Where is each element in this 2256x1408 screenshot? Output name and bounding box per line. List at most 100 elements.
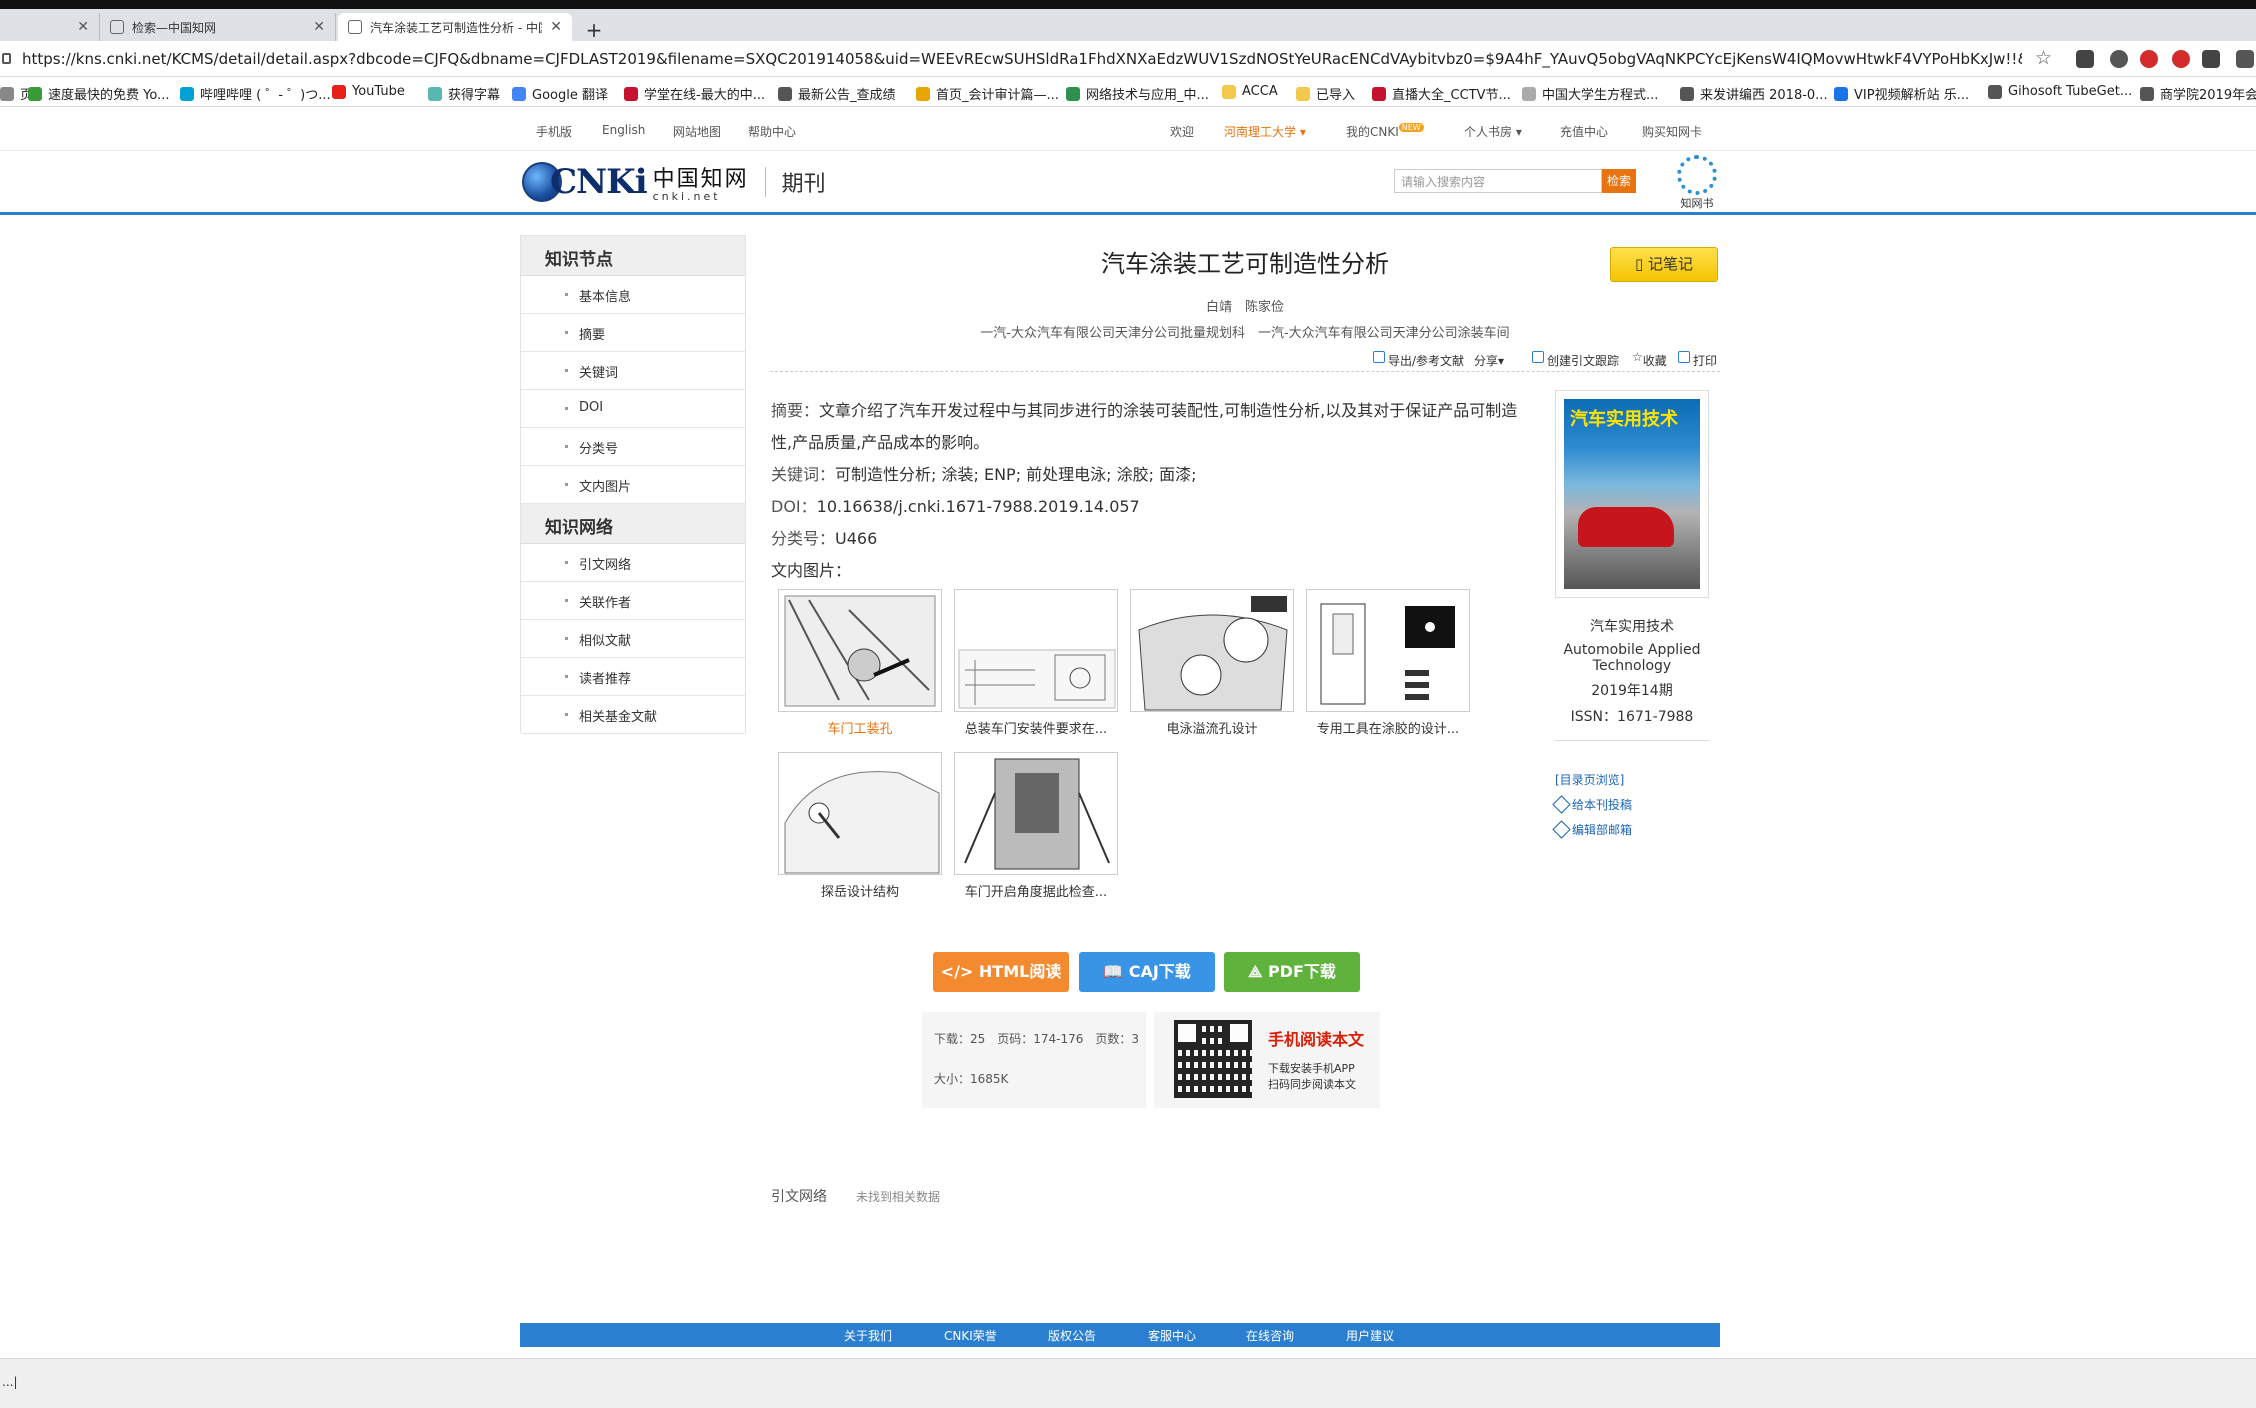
nav-mobile[interactable]: 手机版 [536, 123, 572, 140]
cnki-logo[interactable]: CNKi 中国知网 cnki.net 期刊 [522, 161, 826, 203]
sidebar-item-class[interactable]: 分类号 [521, 428, 745, 466]
footer-honor[interactable]: CNKI荣誉 [944, 1327, 997, 1344]
email-link[interactable]: 编辑部邮箱 [1552, 820, 1709, 839]
bookmark-item[interactable]: 中国大学生方程式... [1522, 84, 1658, 103]
figure-caption[interactable]: 探岳设计结构 [778, 881, 942, 900]
nav-help[interactable]: 帮助中心 [748, 123, 796, 140]
footer-consult[interactable]: 在线咨询 [1246, 1327, 1294, 1344]
sidebar-item-fund[interactable]: 相关基金文献 [521, 696, 745, 734]
url-input[interactable]: https://kns.cnki.net/KCMS/detail/detail.… [22, 50, 2022, 68]
footer-about[interactable]: 关于我们 [844, 1327, 892, 1344]
figure-image[interactable] [1306, 589, 1470, 712]
bookmark-item[interactable]: YouTube [332, 84, 405, 99]
sidebar-item-similar[interactable]: 相似文献 [521, 620, 745, 658]
journal-cover[interactable]: 汽车实用技术 [1555, 390, 1709, 598]
bookmark-item[interactable]: 获得字幕 [428, 84, 500, 103]
figure-thumb[interactable]: 电泳溢流孔设计 [1130, 589, 1294, 737]
bookmark-item[interactable]: 来发讲编西 2018-0... [1680, 84, 1828, 103]
figure-thumb[interactable]: 探岳设计结构 [778, 752, 942, 900]
bookmark-item[interactable]: Google 翻译 [512, 84, 608, 103]
search-button[interactable]: 检索 [1602, 169, 1636, 193]
print-link[interactable]: 打印 [1678, 350, 1717, 368]
journal-name[interactable]: 汽车实用技术 [1555, 616, 1709, 636]
bookmark-item[interactable]: 商学院2019年会计... [2140, 84, 2256, 103]
sidebar-item-figures[interactable]: 文内图片 [521, 466, 745, 504]
figure-caption[interactable]: 车门工装孔 [778, 718, 942, 737]
affiliations[interactable]: 一汽-大众汽车有限公司天津分公司批量规划科 一汽-大众汽车有限公司天津分公司涂装… [770, 322, 1720, 341]
extension-icon[interactable] [2140, 50, 2158, 68]
bookmark-item[interactable]: 已导入 [1296, 84, 1355, 103]
tab-search-cnki[interactable]: 检索—中国知网 ✕ [100, 13, 336, 41]
figure-image[interactable] [954, 589, 1118, 712]
extension-icon[interactable] [2110, 50, 2128, 68]
extension-icon[interactable] [2202, 50, 2220, 68]
nav-recharge[interactable]: 充值中心 [1560, 123, 1608, 140]
pdf-download-button[interactable]: ⟁ PDF下载 [1224, 952, 1360, 992]
nav-personal[interactable]: 个人书房 ▾ [1464, 123, 1522, 140]
sidebar-item-doi[interactable]: DOI [521, 390, 745, 428]
nav-buy-card[interactable]: 购买知网卡 [1642, 123, 1702, 140]
bookmark-star-icon[interactable]: ☆ [2035, 47, 2052, 69]
sidebar-item-authors[interactable]: 关联作者 [521, 582, 745, 620]
extension-icon[interactable] [2076, 50, 2094, 68]
sidebar-item-keywords[interactable]: 关键词 [521, 352, 745, 390]
nav-my-cnki[interactable]: 我的CNKI NEW [1346, 123, 1424, 140]
figure-image[interactable] [1130, 589, 1294, 712]
search-input[interactable]: 请输入搜索内容 [1394, 169, 1602, 193]
footer-service[interactable]: 客服中心 [1148, 1327, 1196, 1344]
close-icon[interactable]: ✕ [313, 19, 325, 35]
favorite-link[interactable]: ☆ 收藏 [1632, 350, 1667, 368]
figure-thumb[interactable]: 专用工具在涂胶的设计... [1306, 589, 1470, 737]
extension-icon[interactable] [2236, 50, 2254, 68]
bookmark-item[interactable]: Gihosoft TubeGet... [1988, 84, 2132, 99]
bookmark-item[interactable]: ACCA [1222, 84, 1278, 99]
sidebar-item-basic-info[interactable]: 基本信息 [521, 276, 745, 314]
nav-sitemap[interactable]: 网站地图 [673, 123, 721, 140]
tab-article[interactable]: 汽车涂装工艺可制造性分析 - 中国... ✕ [338, 13, 572, 41]
sidebar-item-recommend[interactable]: 读者推荐 [521, 658, 745, 696]
track-link[interactable]: 创建引文跟踪 [1532, 350, 1619, 368]
nav-university[interactable]: 河南理工大学 ▾ [1224, 123, 1306, 140]
zhiwang-book-link[interactable]: 知网书 [1672, 155, 1722, 211]
nav-english[interactable]: English [602, 123, 645, 137]
footer-copyright[interactable]: 版权公告 [1048, 1327, 1096, 1344]
citation-network-label: 引文网络 [771, 1189, 827, 1205]
journal-issn: ISSN：1671-7988 [1570, 709, 1694, 725]
footer-feedback[interactable]: 用户建议 [1346, 1327, 1394, 1344]
sidebar-item-abstract[interactable]: 摘要 [521, 314, 745, 352]
figure-image[interactable] [954, 752, 1118, 875]
citation-empty: 未找到相关数据 [856, 1190, 941, 1204]
figure-caption[interactable]: 总装车门安装件要求在... [954, 718, 1118, 737]
export-link[interactable]: 导出/参考文献 [1373, 350, 1464, 368]
bookmark-item[interactable]: 哔哩哔哩 ( ゜- ゜)つ... [180, 84, 331, 103]
bookmark-item[interactable]: 速度最快的免费 Yo... [28, 84, 169, 103]
html-read-button[interactable]: </> HTML阅读 [933, 952, 1069, 992]
figure-caption[interactable]: 电泳溢流孔设计 [1130, 718, 1294, 737]
caj-download-button[interactable]: 📖 CAJ下载 [1079, 952, 1215, 992]
figure-caption[interactable]: 专用工具在涂胶的设计... [1306, 718, 1470, 737]
submit-link[interactable]: 给本刊投稿 [1552, 795, 1709, 814]
figure-thumb[interactable]: 总装车门安装件要求在... [954, 589, 1118, 737]
bookmark-item[interactable]: 学堂在线-最大的中... [624, 84, 765, 103]
bookmark-item[interactable]: 最新公告_查成绩 [778, 84, 896, 103]
new-tab-button[interactable]: + [580, 19, 608, 43]
tab-partial[interactable]: ✕ [0, 13, 100, 41]
figure-thumb[interactable]: 车门开启角度据此检查... [954, 752, 1118, 900]
close-icon[interactable]: ✕ [550, 19, 562, 35]
note-button[interactable]: ▯ 记笔记 [1610, 247, 1718, 282]
bookmark-item[interactable]: 直播大全_CCTV节... [1372, 84, 1511, 103]
toc-link[interactable]: [目录页浏览] [1555, 771, 1709, 788]
bookmark-item[interactable]: 网络技术与应用_中... [1066, 84, 1209, 103]
figure-caption[interactable]: 车门开启角度据此检查... [954, 881, 1118, 900]
sidebar-item-citation[interactable]: 引文网络 [521, 544, 745, 582]
bookmark-item[interactable]: VIP视频解析站 乐... [1834, 84, 1969, 103]
extension-icon[interactable] [2172, 50, 2190, 68]
authors[interactable]: 白靖 陈家俭 [770, 296, 1720, 315]
mobile-read-title[interactable]: 手机阅读本文 [1268, 1026, 1364, 1050]
figure-image[interactable] [778, 752, 942, 875]
figure-image[interactable] [778, 589, 942, 712]
figure-thumb[interactable]: 车门工装孔 [778, 589, 942, 737]
journal-issue[interactable]: 2019年14期 [1555, 680, 1709, 700]
close-icon[interactable]: ✕ [77, 19, 89, 35]
bookmark-item[interactable]: 首页_会计审计篇—... [916, 84, 1059, 103]
